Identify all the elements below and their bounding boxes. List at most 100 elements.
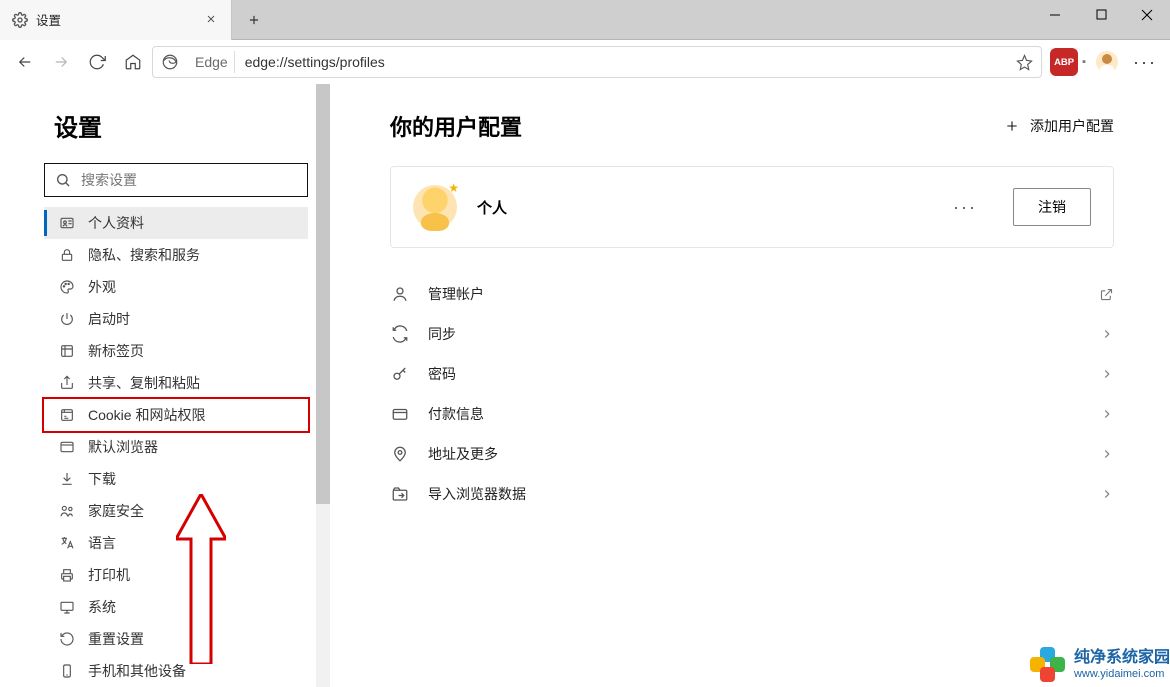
palette-icon: [58, 278, 76, 296]
abp-extension-icon[interactable]: ABP: [1050, 48, 1078, 76]
close-window-button[interactable]: [1124, 0, 1170, 30]
nav-label: 重置设置: [88, 629, 144, 649]
nav-reset[interactable]: 重置设置: [44, 623, 308, 655]
profile-options-list: 管理帐户 同步 密码 付款信息 地址及更多: [390, 274, 1114, 514]
sidebar-scrollbar[interactable]: [316, 84, 330, 687]
window-controls: [1032, 0, 1170, 40]
nav-privacy[interactable]: 隐私、搜索和服务: [44, 239, 308, 271]
settings-nav: 个人资料 隐私、搜索和服务 外观 启动时 新标签页 共享、复制和粘贴 Cooki…: [44, 207, 308, 687]
profile-avatar: [413, 185, 457, 229]
profile-avatar-icon[interactable]: [1096, 51, 1118, 73]
power-icon: [58, 310, 76, 328]
watermark-url: www.yidaimei.com: [1074, 668, 1170, 681]
sidebar-title: 设置: [44, 108, 308, 143]
nav-downloads[interactable]: 下载: [44, 463, 308, 495]
address-url: edge://settings/profiles: [245, 54, 385, 70]
language-icon: [58, 534, 76, 552]
search-input[interactable]: [81, 172, 297, 188]
lock-icon: [58, 246, 76, 264]
import-icon: [390, 484, 410, 504]
grid-icon: [58, 342, 76, 360]
row-label: 导入浏览器数据: [428, 484, 526, 504]
scrollbar-thumb[interactable]: [316, 84, 330, 504]
row-passwords[interactable]: 密码: [390, 354, 1114, 394]
devices-icon: [58, 662, 76, 680]
download-icon: [58, 470, 76, 488]
nav-label: 新标签页: [88, 341, 144, 361]
nav-label: 家庭安全: [88, 501, 144, 521]
favorite-icon[interactable]: [1016, 54, 1033, 71]
row-addresses[interactable]: 地址及更多: [390, 434, 1114, 474]
nav-devices[interactable]: 手机和其他设备: [44, 655, 308, 687]
row-label: 管理帐户: [428, 284, 484, 304]
nav-label: 个人资料: [88, 213, 144, 233]
row-import[interactable]: 导入浏览器数据: [390, 474, 1114, 514]
home-button[interactable]: [116, 45, 150, 79]
nav-cookies[interactable]: Cookie 和网站权限: [44, 399, 308, 431]
nav-language[interactable]: 语言: [44, 527, 308, 559]
share-icon: [58, 374, 76, 392]
search-icon: [55, 172, 71, 188]
add-profile-label: 添加用户配置: [1030, 116, 1114, 136]
chevron-right-icon: [1100, 327, 1114, 341]
back-button[interactable]: [8, 45, 42, 79]
plus-icon: [1004, 118, 1020, 134]
abp-badge: ▪: [1082, 56, 1086, 68]
refresh-button[interactable]: [80, 45, 114, 79]
new-tab-button[interactable]: [238, 4, 270, 36]
row-payment[interactable]: 付款信息: [390, 394, 1114, 434]
nav-system[interactable]: 系统: [44, 591, 308, 623]
tab-settings[interactable]: 设置: [0, 0, 232, 40]
nav-appearance[interactable]: 外观: [44, 271, 308, 303]
address-field[interactable]: Edge edge://settings/profiles: [152, 46, 1042, 78]
nav-label: Cookie 和网站权限: [88, 405, 205, 425]
profile-more-button[interactable]: ···: [943, 191, 987, 224]
profile-card: 个人 ··· 注销: [390, 166, 1114, 248]
row-label: 地址及更多: [428, 444, 498, 464]
profile-card-icon: [58, 214, 76, 232]
more-menu-button[interactable]: ···: [1128, 45, 1162, 79]
maximize-button[interactable]: [1078, 0, 1124, 30]
location-icon: [390, 444, 410, 464]
nav-newtab[interactable]: 新标签页: [44, 335, 308, 367]
watermark-logo-icon: [1030, 647, 1066, 683]
printer-icon: [58, 566, 76, 584]
nav-label: 系统: [88, 597, 116, 617]
row-sync[interactable]: 同步: [390, 314, 1114, 354]
page-title: 你的用户配置: [390, 110, 522, 142]
cookie-icon: [58, 406, 76, 424]
nav-family[interactable]: 家庭安全: [44, 495, 308, 527]
nav-default-browser[interactable]: 默认浏览器: [44, 431, 308, 463]
external-link-icon: [1099, 287, 1114, 302]
nav-label: 共享、复制和粘贴: [88, 373, 200, 393]
search-settings[interactable]: [44, 163, 308, 197]
watermark-text: 纯净系统家园: [1074, 649, 1170, 667]
chevron-right-icon: [1100, 367, 1114, 381]
row-label: 同步: [428, 324, 456, 344]
nav-label: 语言: [88, 533, 116, 553]
minimize-button[interactable]: [1032, 0, 1078, 30]
chevron-right-icon: [1100, 487, 1114, 501]
gear-icon: [12, 12, 28, 28]
chevron-right-icon: [1100, 447, 1114, 461]
row-label: 付款信息: [428, 404, 484, 424]
window-icon: [58, 438, 76, 456]
nav-profile[interactable]: 个人资料: [44, 207, 308, 239]
nav-startup[interactable]: 启动时: [44, 303, 308, 335]
nav-label: 手机和其他设备: [88, 661, 186, 681]
row-manage-account[interactable]: 管理帐户: [390, 274, 1114, 314]
nav-label: 下载: [88, 469, 116, 489]
tab-strip: 设置: [0, 0, 1170, 40]
nav-share[interactable]: 共享、复制和粘贴: [44, 367, 308, 399]
reset-icon: [58, 630, 76, 648]
system-icon: [58, 598, 76, 616]
user-icon: [390, 284, 410, 304]
logout-button[interactable]: 注销: [1013, 188, 1091, 226]
forward-button[interactable]: [44, 45, 78, 79]
address-bar: Edge edge://settings/profiles ABP ▪ ···: [0, 40, 1170, 84]
nav-printer[interactable]: 打印机: [44, 559, 308, 591]
tab-title: 设置: [36, 10, 197, 29]
chevron-right-icon: [1100, 407, 1114, 421]
add-profile-button[interactable]: 添加用户配置: [1004, 116, 1114, 136]
close-icon[interactable]: [205, 13, 219, 27]
